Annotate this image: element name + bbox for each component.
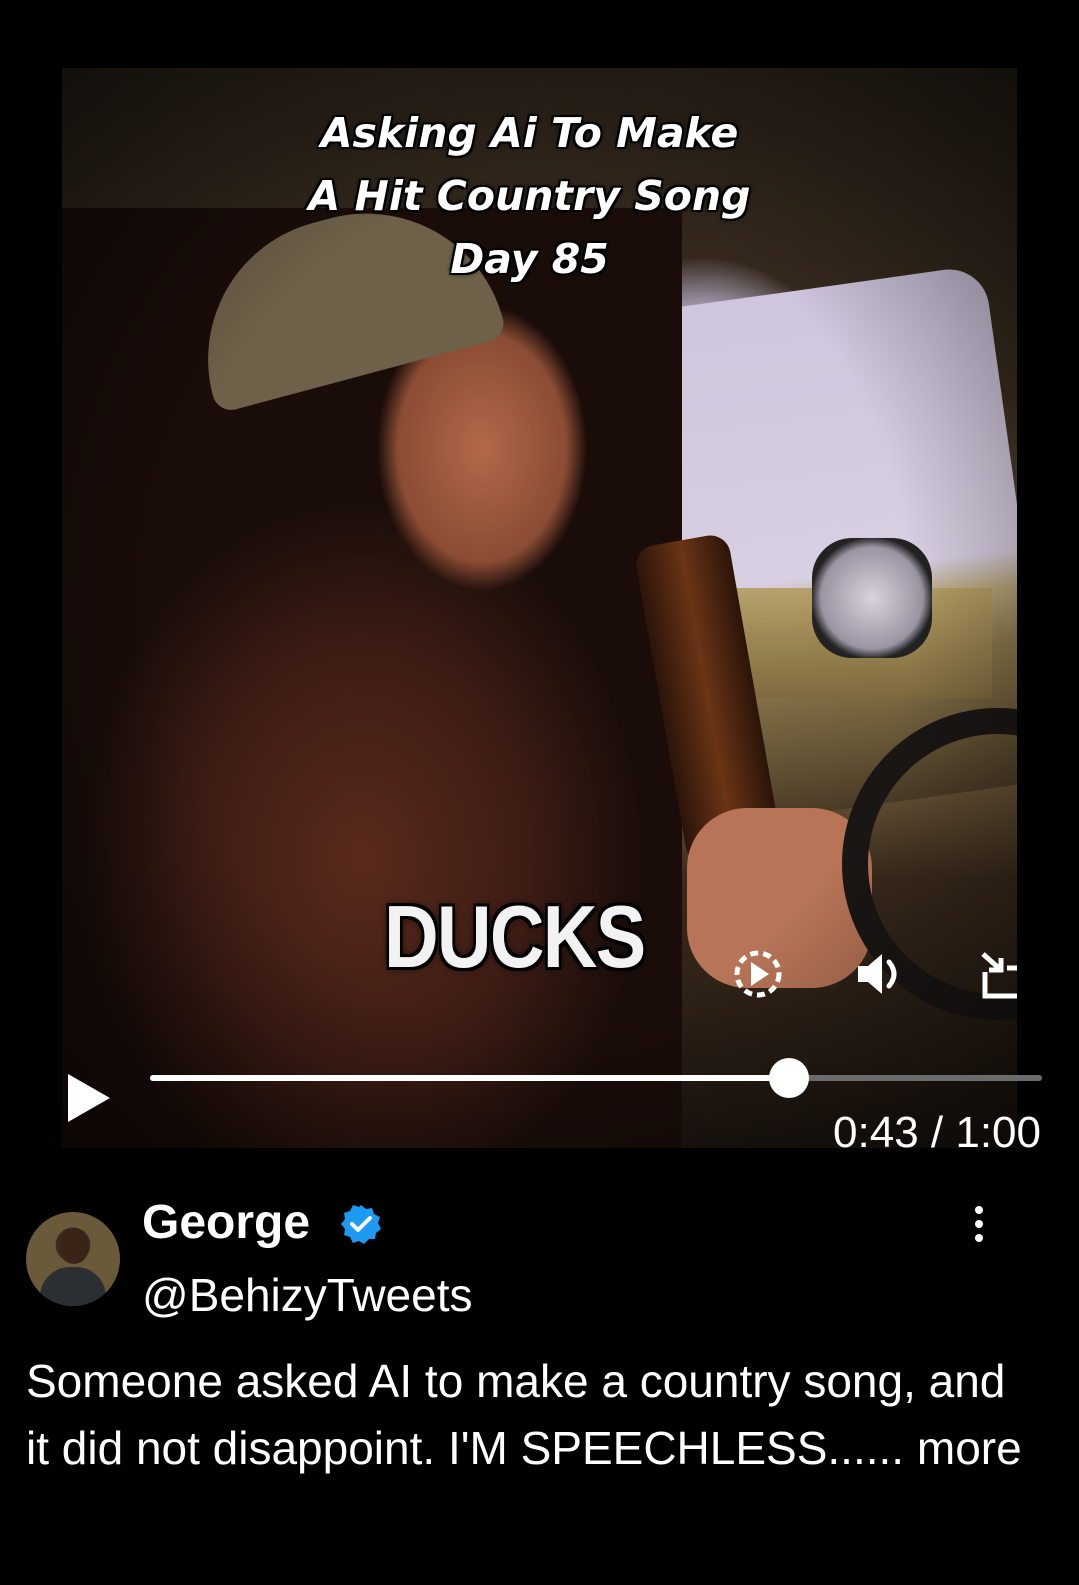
overlay-title-line: A Hit Country Song	[308, 172, 751, 220]
more-options-icon[interactable]	[966, 1204, 992, 1244]
overlay-title-line: Asking Ai To Make	[320, 109, 739, 157]
author-name[interactable]: George	[142, 1195, 310, 1250]
video-caption: DUCKS	[384, 887, 646, 986]
autoplay-icon[interactable]	[730, 946, 786, 1002]
avatar[interactable]	[26, 1212, 120, 1306]
progress-thumb[interactable]	[768, 1058, 809, 1098]
overlay-title-line: Day 85	[450, 235, 609, 283]
video-overlay-title: Asking Ai To Make A Hit Country Song Day…	[62, 102, 1017, 291]
minimize-icon[interactable]	[977, 950, 1017, 1002]
more-link[interactable]: more	[917, 1422, 1022, 1474]
volume-icon[interactable]	[852, 948, 908, 1000]
tweet-text: Someone asked AI to make a country song,…	[26, 1348, 1026, 1482]
author-handle[interactable]: @BehizyTweets	[142, 1268, 473, 1322]
video-player[interactable]: Asking Ai To Make A Hit Country Song Day…	[62, 68, 1017, 1148]
time-display: 0:43 / 1:00	[833, 1108, 1041, 1157]
tweet-body: Someone asked AI to make a country song,…	[26, 1355, 1006, 1474]
progress-bar[interactable]	[150, 1058, 1042, 1098]
progress-fill	[150, 1075, 789, 1081]
play-icon[interactable]	[64, 1070, 114, 1126]
verified-badge-icon	[341, 1205, 381, 1244]
